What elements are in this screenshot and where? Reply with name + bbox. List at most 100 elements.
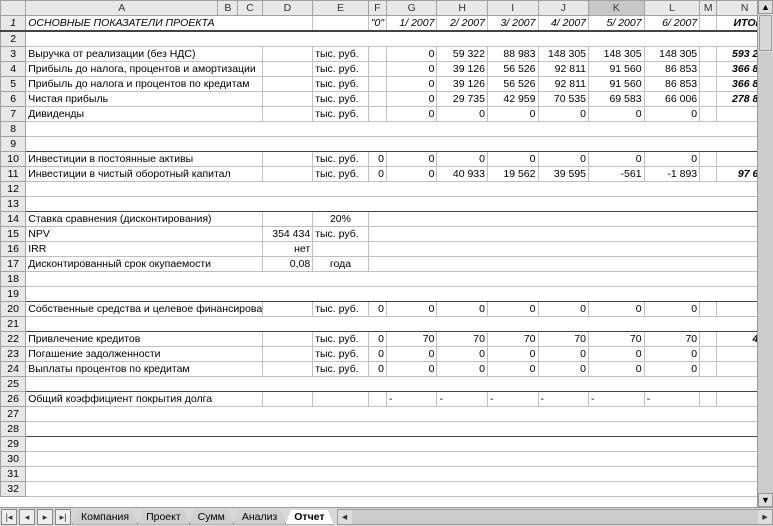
col-H[interactable]: H (437, 1, 488, 16)
cell[interactable] (700, 302, 717, 317)
row-27[interactable]: 27 (1, 407, 26, 422)
col-I[interactable]: I (487, 1, 538, 16)
col-G[interactable]: G (386, 1, 437, 16)
scroll-up-icon[interactable]: ▲ (758, 0, 773, 14)
cell[interactable]: 0 (589, 152, 645, 167)
col-D[interactable]: D (262, 1, 313, 16)
cell[interactable]: -1 893 (644, 167, 700, 182)
cell[interactable]: 39 126 (437, 62, 488, 77)
cell[interactable]: 0 (368, 362, 386, 377)
row-7[interactable]: 7 (1, 107, 26, 122)
scroll-left-icon[interactable]: ◂ (338, 511, 352, 523)
cell[interactable]: 0 (368, 302, 386, 317)
cell[interactable] (368, 107, 386, 122)
cell[interactable]: 0 (644, 107, 700, 122)
cell[interactable]: 0 (487, 347, 538, 362)
cell[interactable] (700, 92, 717, 107)
cell[interactable]: 0 (487, 302, 538, 317)
cell[interactable] (368, 257, 772, 272)
cell[interactable]: 70 (437, 332, 488, 347)
cell[interactable] (26, 452, 773, 467)
scroll-right-icon[interactable]: ▸ (758, 511, 772, 523)
row-23[interactable]: 23 (1, 347, 26, 362)
cell[interactable]: 0 (368, 152, 386, 167)
cell[interactable] (26, 407, 773, 422)
cell[interactable] (368, 242, 772, 257)
cell[interactable]: 56 526 (487, 62, 538, 77)
cell[interactable]: 42 959 (487, 92, 538, 107)
cell[interactable] (368, 77, 386, 92)
cell[interactable] (700, 107, 717, 122)
cell[interactable]: 0 (386, 92, 437, 107)
cell[interactable]: 59 322 (437, 47, 488, 62)
cell[interactable] (26, 422, 773, 437)
row-16[interactable]: 16 (1, 242, 26, 257)
row-29[interactable]: 29 (1, 437, 26, 452)
cell[interactable] (700, 77, 717, 92)
cell[interactable] (700, 362, 717, 377)
cell[interactable]: 70 (589, 332, 645, 347)
cell[interactable] (26, 287, 773, 302)
col-M[interactable]: M (700, 1, 717, 16)
row-32[interactable]: 32 (1, 482, 26, 497)
cell[interactable] (262, 302, 313, 317)
col-K[interactable]: K (589, 1, 645, 16)
cell[interactable] (26, 482, 773, 497)
row-8[interactable]: 8 (1, 122, 26, 137)
horizontal-scrollbar[interactable]: ◂ ▸ (337, 509, 773, 525)
cell[interactable] (26, 272, 773, 287)
cell[interactable] (700, 392, 717, 407)
cell[interactable]: 0 (386, 47, 437, 62)
row-19[interactable]: 19 (1, 287, 26, 302)
cell[interactable] (700, 167, 717, 182)
cell[interactable] (368, 392, 386, 407)
cell[interactable]: 56 526 (487, 77, 538, 92)
row-30[interactable]: 30 (1, 452, 26, 467)
cell[interactable]: 0 (368, 167, 386, 182)
cell[interactable]: 70 (538, 332, 589, 347)
cell[interactable]: - (487, 392, 538, 407)
cell[interactable] (313, 242, 369, 257)
cell[interactable] (700, 47, 717, 62)
cell[interactable]: 91 560 (589, 77, 645, 92)
cell[interactable]: 0 (589, 107, 645, 122)
cell[interactable]: 0 (487, 107, 538, 122)
cell[interactable] (26, 377, 773, 392)
cell[interactable]: 0 (386, 347, 437, 362)
cell[interactable]: 0 (437, 362, 488, 377)
cell[interactable] (368, 92, 386, 107)
cell[interactable]: - (589, 392, 645, 407)
col-B[interactable]: B (218, 1, 238, 16)
row-18[interactable]: 18 (1, 272, 26, 287)
cell[interactable]: 70 (487, 332, 538, 347)
cell[interactable]: 0 (386, 62, 437, 77)
row-12[interactable]: 12 (1, 182, 26, 197)
row-13[interactable]: 13 (1, 197, 26, 212)
tab-nav-prev-icon[interactable]: ◂ (19, 509, 35, 525)
cell[interactable] (26, 467, 773, 482)
cell[interactable] (262, 332, 313, 347)
cell[interactable]: 91 560 (589, 62, 645, 77)
cell[interactable]: 0 (538, 347, 589, 362)
hscroll-track[interactable] (352, 510, 758, 524)
cell[interactable]: 0 (386, 362, 437, 377)
row-10[interactable]: 10 (1, 152, 26, 167)
col-A[interactable]: A (26, 1, 218, 16)
cell[interactable]: - (644, 392, 700, 407)
row-5[interactable]: 5 (1, 77, 26, 92)
scroll-track[interactable] (758, 52, 773, 493)
cell[interactable]: 70 535 (538, 92, 589, 107)
scroll-thumb[interactable] (759, 15, 772, 51)
tab-nav-first-icon[interactable]: |◂ (1, 509, 17, 525)
cell[interactable]: 0 (386, 302, 437, 317)
tab-analysis[interactable]: Анализ (233, 510, 286, 525)
cell[interactable]: 70 (386, 332, 437, 347)
cell[interactable]: 0 (644, 302, 700, 317)
row-3[interactable]: 3 (1, 47, 26, 62)
cell[interactable] (262, 392, 313, 407)
cell[interactable]: 0 (386, 77, 437, 92)
cell[interactable]: 88 983 (487, 47, 538, 62)
scroll-down-icon[interactable]: ▼ (758, 493, 773, 507)
cell[interactable] (262, 92, 313, 107)
row-17[interactable]: 17 (1, 257, 26, 272)
